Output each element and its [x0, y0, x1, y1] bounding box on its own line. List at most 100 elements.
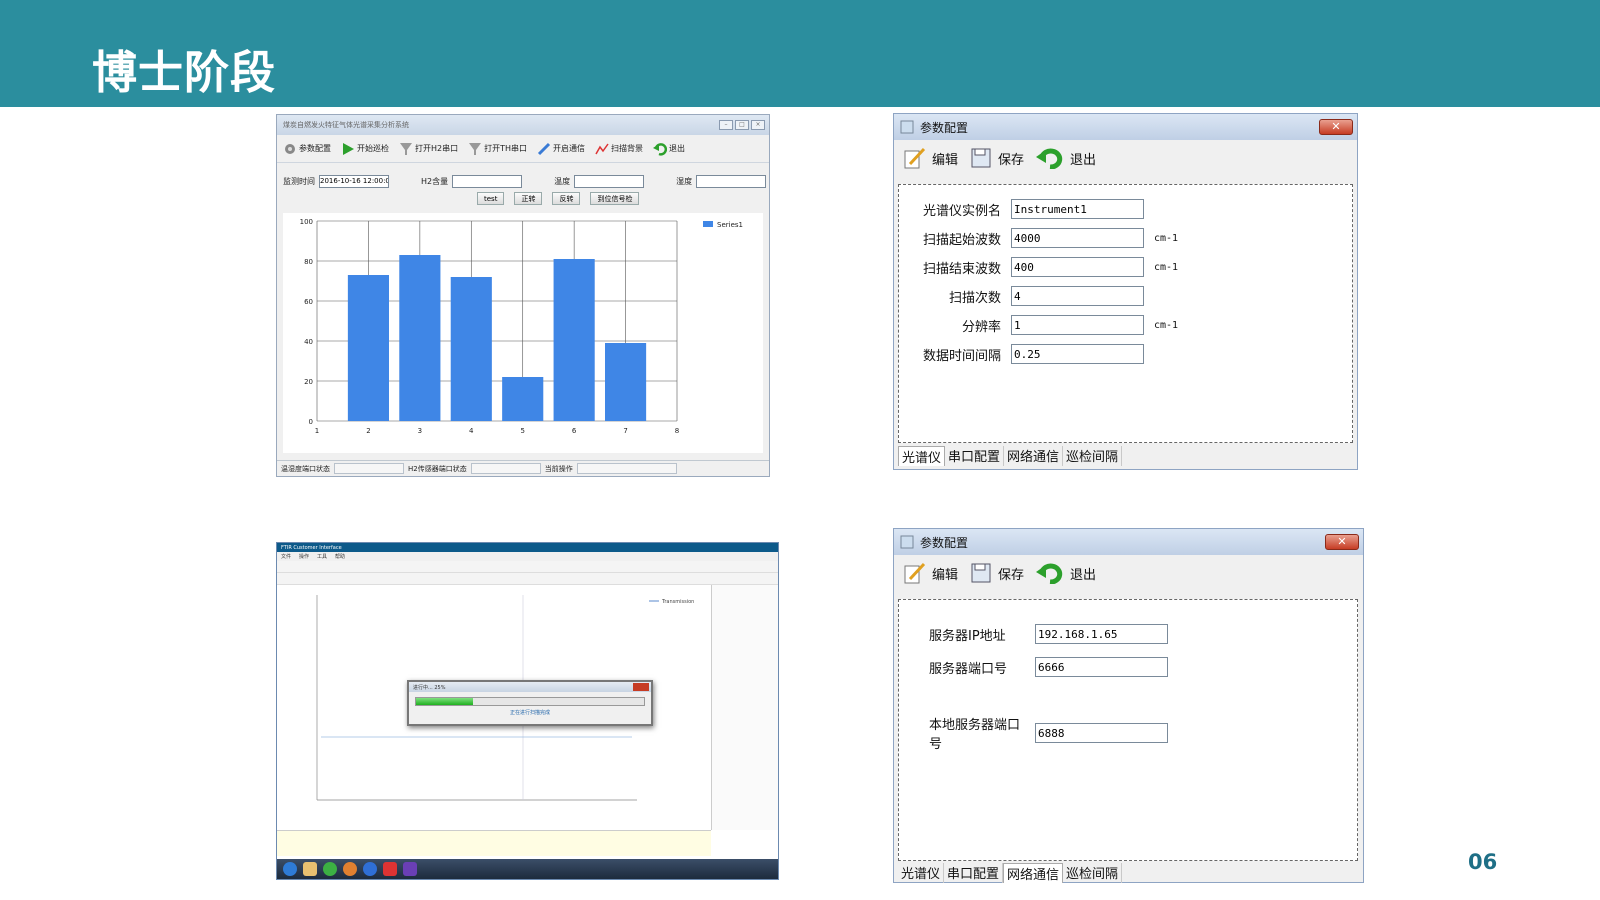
ftir-titlebar: FTIR Customer Interface	[277, 543, 778, 552]
y-tick-label: 60	[304, 298, 313, 306]
tab-network[interactable]: 网络通信	[1003, 863, 1064, 883]
maximize-button[interactable]: □	[735, 120, 749, 130]
window-titlebar: 煤炭自燃发火特征气体光谱采集分析系统 – □ ×	[277, 115, 769, 135]
progress-title: 进行中... 25%	[413, 684, 446, 691]
slide-title: 博士阶段	[92, 46, 277, 99]
x-tick-label: 5	[520, 427, 524, 435]
close-button[interactable]: ✕	[1325, 534, 1359, 550]
folder-icon[interactable]	[303, 862, 317, 876]
menu-help[interactable]: 帮助	[335, 553, 345, 560]
tab-spectrometer[interactable]: 光谱仪	[898, 863, 945, 883]
x-tick-label: 8	[675, 427, 679, 435]
menu-file[interactable]: 文件	[281, 553, 291, 560]
scan-count-input[interactable]	[1011, 286, 1144, 306]
pdf-icon[interactable]	[383, 862, 397, 876]
dialog-toolbar: 编辑 保存 退出	[894, 555, 1363, 591]
unit-label: cm-1	[1154, 319, 1179, 331]
progress-dialog: 进行中... 25% 正在进行扫描完成	[407, 680, 653, 726]
edit-icon	[904, 147, 926, 169]
x-tick-label: 4	[469, 427, 474, 435]
reverse-button[interactable]: 反转	[552, 192, 581, 205]
progress-close-button[interactable]	[633, 683, 649, 691]
ftir-title: FTIR Customer Interface	[281, 544, 342, 551]
page-number: 06	[1468, 850, 1498, 874]
config-label: 参数配置	[299, 144, 331, 153]
exit-button[interactable]: 退出	[653, 142, 685, 156]
y-tick-label: 100	[300, 218, 313, 226]
edit-icon	[904, 562, 926, 584]
bar-chart: 0 20 40 60 80 100 1 2 3 4 5 6 7 8 Series1	[300, 218, 743, 435]
position-check-button[interactable]: 到位信号检	[590, 192, 640, 205]
legend-swatch	[703, 221, 713, 227]
exit-button[interactable]: 退出	[1036, 147, 1096, 169]
h2-input[interactable]	[452, 174, 523, 188]
ftir-menubar: 文件 操作 工具 帮助	[277, 552, 778, 561]
field-label: 分辨率	[961, 319, 1001, 335]
close-button[interactable]: ✕	[1319, 119, 1353, 135]
test-button[interactable]: test	[477, 192, 505, 205]
start-patrol-label: 开始巡检	[357, 144, 389, 153]
tab-serial-config[interactable]: 串口配置	[945, 446, 1005, 466]
gear-icon	[285, 143, 295, 154]
app-icon[interactable]	[343, 862, 357, 876]
tab-spectrometer[interactable]: 光谱仪	[898, 446, 946, 466]
tab-patrol-interval[interactable]: 巡检间隔	[1063, 863, 1123, 883]
bar	[347, 275, 389, 421]
scan-start-input[interactable]	[1011, 228, 1144, 248]
visual-studio-icon[interactable]	[403, 862, 417, 876]
dialog-tabs: 光谱仪 串口配置 网络通信 巡检间隔	[898, 446, 1123, 466]
server-port-input[interactable]	[1035, 657, 1168, 677]
scan-background-button[interactable]: 扫描背景	[595, 142, 643, 156]
dialog-toolbar: 编辑 保存 退出	[894, 140, 1357, 176]
humidity-label: 湿度	[676, 176, 693, 186]
menu-operate[interactable]: 操作	[299, 553, 309, 560]
resolution-input[interactable]	[1011, 315, 1144, 335]
status-th-box	[334, 463, 404, 474]
start-patrol-button[interactable]: 开始巡检	[341, 142, 389, 156]
humidity-input[interactable]	[696, 174, 767, 188]
funnel-icon	[400, 142, 412, 155]
minimize-button[interactable]: –	[719, 120, 733, 130]
edit-label: 编辑	[932, 152, 959, 168]
open-comm-button[interactable]: 开启通信	[537, 142, 585, 156]
edit-button[interactable]: 编辑	[902, 146, 958, 170]
instrument-name-input[interactable]	[1011, 199, 1144, 219]
save-button[interactable]: 保存	[970, 147, 1024, 169]
menu-tools[interactable]: 工具	[317, 553, 327, 560]
x-tick-label: 7	[623, 427, 627, 435]
save-label: 保存	[998, 567, 1025, 583]
forward-button[interactable]: 正转	[514, 192, 543, 205]
data-interval-input[interactable]	[1011, 344, 1144, 364]
save-button[interactable]: 保存	[970, 562, 1024, 584]
edit-button[interactable]: 编辑	[902, 561, 958, 585]
scan-end-input[interactable]	[1011, 257, 1144, 277]
open-th-port-button[interactable]: 打开TH串口	[468, 142, 527, 156]
unit-label: cm-1	[1154, 261, 1179, 273]
floppy-disk-icon	[971, 563, 991, 583]
dialog-title: 参数配置	[920, 535, 969, 550]
time-input[interactable]	[319, 174, 389, 188]
row-resolution: 分辨率 cm-1	[909, 315, 1178, 335]
config-button[interactable]: 参数配置	[283, 142, 331, 156]
exit-button[interactable]: 退出	[1036, 562, 1096, 584]
tab-network[interactable]: 网络通信	[1004, 446, 1064, 466]
tab-patrol-interval[interactable]: 巡检间隔	[1063, 446, 1123, 466]
start-icon[interactable]	[283, 862, 297, 876]
app-icon[interactable]	[323, 862, 337, 876]
chart-line-icon	[595, 143, 609, 154]
y-tick-label: 40	[304, 338, 313, 346]
legend-label: Transmission	[661, 599, 694, 605]
open-h2-port-button[interactable]: 打开H2串口	[399, 142, 458, 156]
progress-message: 正在进行扫描完成	[509, 710, 550, 716]
edit-label: 编辑	[932, 567, 959, 583]
field-label: 数据时间间隔	[922, 348, 1001, 364]
local-port-input[interactable]	[1035, 723, 1168, 743]
y-tick-label: 80	[304, 258, 313, 266]
close-button[interactable]: ×	[751, 120, 765, 130]
row-server-ip: 服务器IP地址	[929, 624, 1168, 644]
param-config-dialog-spectrometer: 参数配置 ✕ 编辑 保存 退出 光谱仪实例名 扫描起始波数 cm-1 扫描结束波…	[893, 113, 1358, 470]
temp-input[interactable]	[574, 174, 645, 188]
tab-serial-config[interactable]: 串口配置	[944, 863, 1004, 883]
app-icon[interactable]	[363, 862, 377, 876]
server-ip-input[interactable]	[1035, 624, 1168, 644]
